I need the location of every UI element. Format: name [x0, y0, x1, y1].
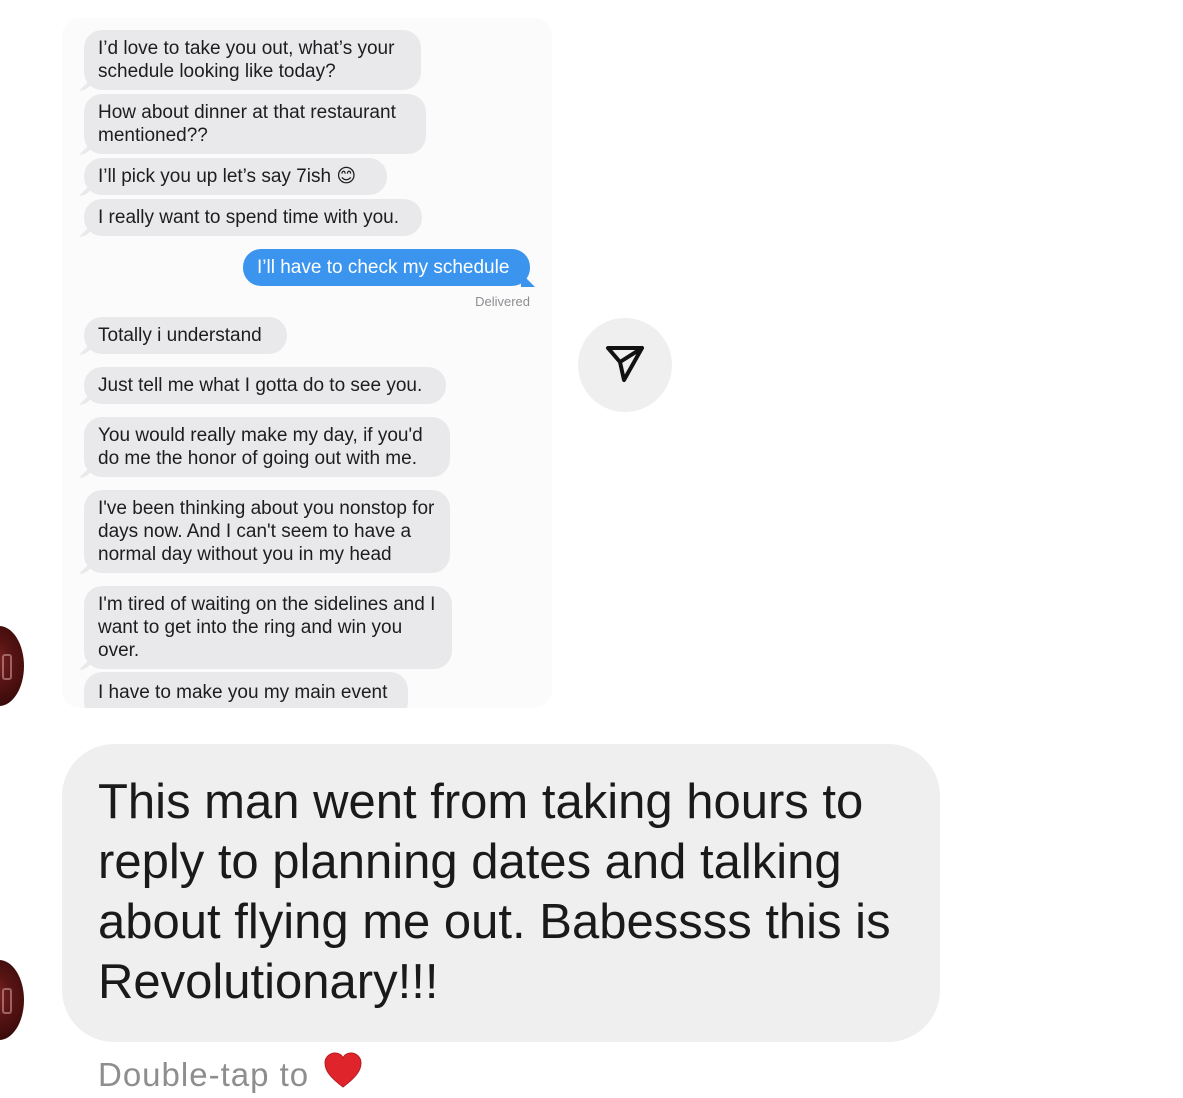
message-bubble: Totally i understand	[84, 317, 287, 354]
message-text: Totally i understand	[98, 325, 262, 346]
paper-plane-icon	[602, 340, 648, 391]
message-text: Just tell me what I gotta do to see you.	[98, 375, 423, 396]
sent-message-bubble: I’ll have to check my schedule	[243, 249, 530, 286]
caption-text: This man went from taking hours to reply…	[98, 775, 891, 1009]
message-text: I’ll pick you up let’s say 7ish 😊	[98, 166, 357, 187]
message-bubble: I really want to spend time with you.	[84, 199, 422, 236]
heart-icon[interactable]	[323, 1052, 363, 1098]
message-text: How about dinner at that restaurant ment…	[98, 102, 396, 146]
message-text: I have to make you my main event	[98, 682, 388, 703]
delivered-status: Delivered	[475, 294, 530, 309]
double-tap-hint: Double-tap to	[98, 1052, 363, 1098]
sent-message-text: I’ll have to check my schedule	[257, 257, 510, 278]
message-bubble-cut: I have to make you my main event	[84, 672, 408, 708]
message-bubble: How about dinner at that restaurant ment…	[84, 94, 426, 154]
message-text: You would really make my day, if you'd d…	[98, 425, 423, 469]
avatar-image	[2, 988, 12, 1014]
message-text: I've been thinking about you nonstop for…	[98, 498, 435, 565]
avatar[interactable]	[0, 626, 24, 706]
caption-message-bubble[interactable]: This man went from taking hours to reply…	[62, 744, 940, 1042]
message-bubble: You would really make my day, if you'd d…	[84, 417, 450, 477]
message-bubble: Just tell me what I gotta do to see you.	[84, 367, 446, 404]
avatar-image	[2, 654, 12, 680]
message-text: I'm tired of waiting on the sidelines an…	[98, 594, 436, 661]
double-tap-label: Double-tap to	[98, 1056, 310, 1093]
message-bubble: I'm tired of waiting on the sidelines an…	[84, 586, 452, 669]
message-text: I really want to spend time with you.	[98, 207, 399, 228]
message-bubble: I’d love to take you out, what’s your sc…	[84, 30, 421, 90]
share-button[interactable]	[578, 318, 672, 412]
message-text: I’d love to take you out, what’s your sc…	[98, 38, 395, 82]
message-bubble: I’ll pick you up let’s say 7ish 😊	[84, 158, 387, 195]
message-bubble: I've been thinking about you nonstop for…	[84, 490, 450, 573]
avatar[interactable]	[0, 960, 24, 1040]
